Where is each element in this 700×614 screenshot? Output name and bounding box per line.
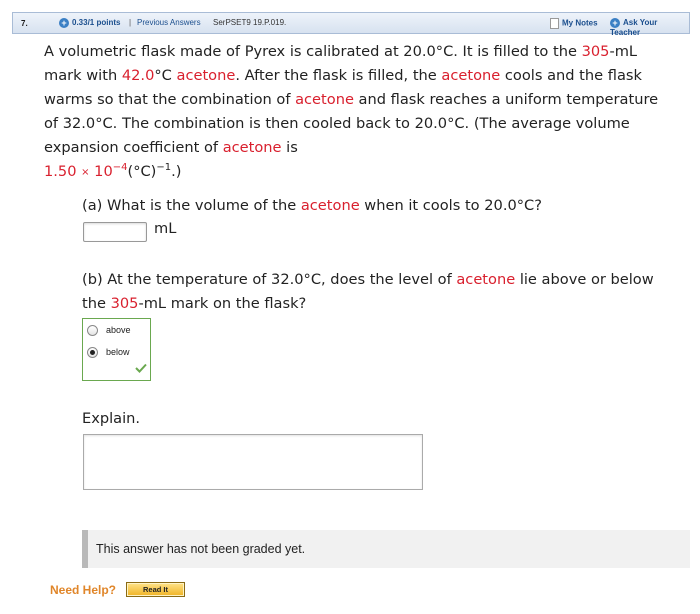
points-label: 0.33/1 points bbox=[72, 18, 121, 28]
question-text: A volumetric flask made of Pyrex is cali… bbox=[44, 43, 659, 181]
option-below[interactable]: below bbox=[87, 345, 130, 359]
highlight-term: acetone bbox=[456, 271, 516, 288]
checkmark-icon bbox=[135, 363, 147, 373]
problem-code: SerPSET9 19.P.019. bbox=[213, 18, 287, 27]
highlight-term: acetone bbox=[300, 197, 360, 214]
volume-unit-label: mL bbox=[154, 220, 177, 237]
read-it-button[interactable]: Read It bbox=[126, 582, 185, 597]
radio-below-selected[interactable] bbox=[87, 346, 98, 358]
part-a-question: (a) What is the volume of the acetone wh… bbox=[82, 197, 542, 214]
need-help-label: Need Help? bbox=[50, 583, 117, 597]
previous-answers-link[interactable]: Previous Answers bbox=[137, 18, 201, 27]
radio-above[interactable] bbox=[87, 324, 98, 336]
note-icon bbox=[550, 18, 559, 29]
my-notes-label: My Notes bbox=[562, 18, 598, 28]
option-above-label: above bbox=[106, 325, 131, 335]
highlight-term: acetone bbox=[176, 67, 236, 84]
option-above[interactable]: above bbox=[87, 323, 131, 337]
plus-circle-icon: + bbox=[610, 18, 620, 28]
highlight-value: 42.0 bbox=[121, 67, 155, 84]
highlight-term: acetone bbox=[222, 139, 282, 156]
grading-status: This answer has not been graded yet. bbox=[82, 530, 690, 568]
header-separator: | bbox=[129, 18, 132, 27]
highlight-value: 305 bbox=[581, 43, 610, 60]
question-header: 7. +0.33/1 points | Previous Answers Ser… bbox=[12, 12, 690, 37]
explain-textarea[interactable] bbox=[83, 434, 423, 490]
coefficient-value: 1.50 × 10−4 bbox=[44, 162, 128, 181]
question-number: 7. bbox=[21, 19, 28, 28]
highlight-term: acetone bbox=[441, 67, 501, 84]
part-b-question: (b) At the temperature of 32.0°C, does t… bbox=[82, 271, 654, 312]
points-link[interactable]: +0.33/1 points bbox=[59, 18, 120, 28]
explain-label: Explain. bbox=[82, 410, 141, 427]
ask-teacher-button[interactable]: + Ask Your Teacher bbox=[610, 18, 689, 37]
level-options-group: above below bbox=[82, 318, 151, 381]
my-notes-button[interactable]: My Notes bbox=[550, 18, 598, 29]
option-below-label: below bbox=[106, 347, 130, 357]
highlight-term: acetone bbox=[295, 91, 354, 108]
volume-answer-input[interactable] bbox=[83, 222, 147, 242]
plus-circle-icon: + bbox=[59, 18, 69, 28]
highlight-value: 305 bbox=[110, 295, 139, 312]
